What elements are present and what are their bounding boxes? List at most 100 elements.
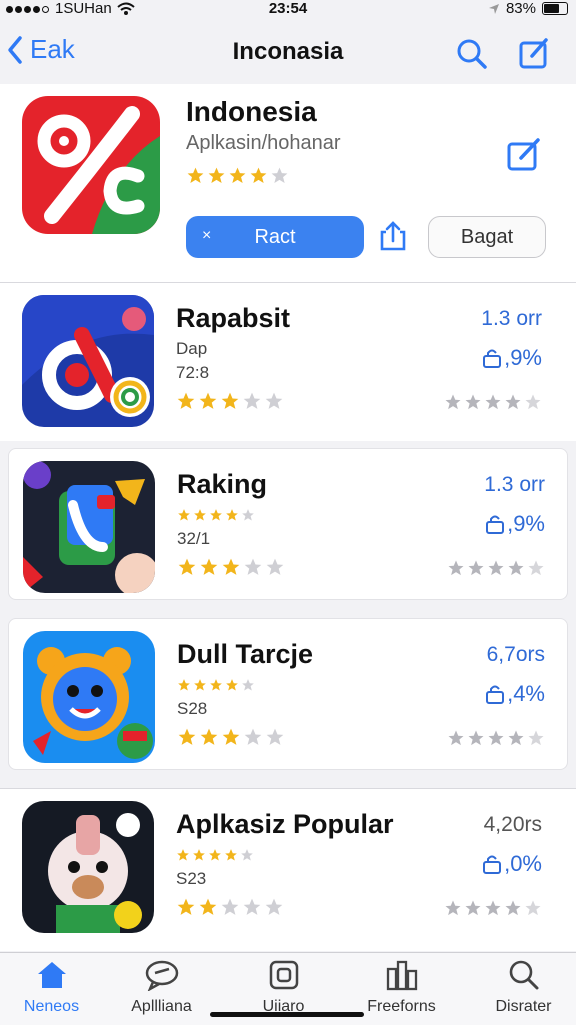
home-indicator	[210, 1012, 364, 1017]
app-meta: S23	[176, 869, 207, 888]
app-size: 4,20rs	[483, 813, 542, 836]
star-icon	[505, 394, 521, 410]
tab-label: Disrater	[495, 998, 552, 1015]
secondary-label: Bagat	[460, 225, 514, 248]
app-name: Rapabsit	[176, 303, 291, 333]
star-icon	[225, 849, 237, 861]
app-size: 6,7ors	[486, 643, 545, 666]
app-gray-stars	[444, 899, 544, 922]
tab-home[interactable]: Neneos	[0, 959, 109, 1016]
star-icon	[241, 849, 253, 861]
app-rating-stars	[177, 727, 287, 752]
app-percent: ,4%	[485, 681, 545, 707]
star-icon	[221, 898, 239, 915]
battery-icon	[542, 2, 568, 15]
star-icon	[242, 509, 254, 521]
star-icon	[485, 394, 501, 410]
app-icon[interactable]	[22, 801, 154, 933]
tab-apps[interactable]: Apllliana	[104, 959, 219, 1016]
star-icon	[266, 558, 284, 575]
tab-label: Apllliana	[131, 998, 192, 1015]
list-item[interactable]: Rapabsit Dap 72:8 1.3 orr ,9%	[0, 282, 576, 441]
star-icon	[528, 560, 544, 576]
star-icon	[226, 509, 238, 521]
app-size: 1.3 orr	[484, 473, 545, 496]
home-icon	[37, 962, 66, 988]
app-percent: ,0%	[482, 851, 542, 877]
star-icon	[199, 898, 217, 915]
app-mini-stars	[177, 677, 257, 697]
star-icon	[210, 509, 222, 521]
star-icon	[448, 730, 464, 746]
tab-middle[interactable]: Uiiaro	[226, 959, 341, 1016]
star-icon	[178, 509, 190, 521]
star-icon	[271, 167, 288, 184]
star-icon	[222, 558, 240, 575]
list-item[interactable]: Raking 32/1 1.3 orr ,9%	[8, 448, 568, 600]
search-icon[interactable]	[456, 38, 488, 70]
featured-app-subtitle: Aplkasin/hohanar	[186, 132, 341, 154]
star-icon	[177, 392, 195, 409]
star-icon	[194, 679, 206, 691]
tab-search[interactable]: Disrater	[466, 959, 576, 1016]
compose-icon[interactable]	[518, 36, 550, 70]
star-icon	[250, 167, 267, 184]
star-icon	[508, 730, 524, 746]
app-name: Aplkasiz Popular	[176, 809, 394, 839]
star-icon	[208, 167, 225, 184]
secondary-button[interactable]: Bagat	[428, 216, 546, 258]
star-icon	[488, 560, 504, 576]
app-rating-stars	[176, 391, 286, 416]
list-item[interactable]: Dull Tarcje S28 6,7ors ,4%	[8, 618, 568, 770]
status-bar: 1SUHan 23:54 83%	[0, 0, 576, 22]
lock-icon	[486, 685, 505, 704]
star-icon	[468, 730, 484, 746]
battery-percent: 83%	[505, 0, 536, 17]
star-icon	[210, 679, 222, 691]
app-icon[interactable]	[22, 295, 154, 427]
star-icon	[468, 560, 484, 576]
app-percent: ,9%	[485, 511, 545, 537]
star-icon	[200, 558, 218, 575]
star-icon	[221, 392, 239, 409]
app-name: Dull Tarcje	[177, 639, 314, 669]
square-icon	[269, 960, 298, 990]
star-icon	[505, 900, 521, 916]
featured-app-card[interactable]: Indonesia Aplkasin/hohanar × Ract Bagat	[0, 84, 576, 283]
star-icon	[243, 898, 261, 915]
app-icon[interactable]	[23, 631, 155, 763]
get-prefix: ×	[202, 227, 212, 244]
search-icon	[509, 960, 538, 990]
star-icon	[199, 392, 217, 409]
star-icon	[265, 898, 283, 915]
star-icon	[242, 679, 254, 691]
star-icon	[193, 849, 205, 861]
share-icon[interactable]	[378, 220, 408, 252]
app-rating-stars	[176, 897, 286, 922]
app-name: Raking	[177, 469, 268, 499]
get-label: Ract	[254, 225, 296, 248]
star-icon	[525, 900, 541, 916]
star-icon	[465, 900, 481, 916]
featured-rating-stars	[186, 166, 291, 190]
app-size: 1.3 orr	[481, 307, 542, 330]
app-icon[interactable]	[23, 461, 155, 593]
star-icon	[194, 509, 206, 521]
star-icon	[178, 558, 196, 575]
compose-icon[interactable]	[506, 136, 542, 172]
star-icon	[244, 728, 262, 745]
chat-icon	[145, 960, 178, 992]
app-gray-stars	[447, 729, 547, 752]
star-icon	[448, 560, 464, 576]
star-icon	[528, 730, 544, 746]
tab-stack[interactable]: Freeforns	[344, 959, 459, 1016]
star-icon	[445, 394, 461, 410]
star-icon	[209, 849, 221, 861]
featured-app-icon[interactable]	[22, 96, 160, 234]
star-icon	[222, 728, 240, 745]
list-item[interactable]: Aplkasiz Popular S23 4,20rs ,0%	[0, 788, 576, 951]
star-icon	[226, 679, 238, 691]
get-button[interactable]: × Ract	[186, 216, 364, 258]
app-percent: ,9%	[482, 345, 542, 371]
star-icon	[177, 849, 189, 861]
